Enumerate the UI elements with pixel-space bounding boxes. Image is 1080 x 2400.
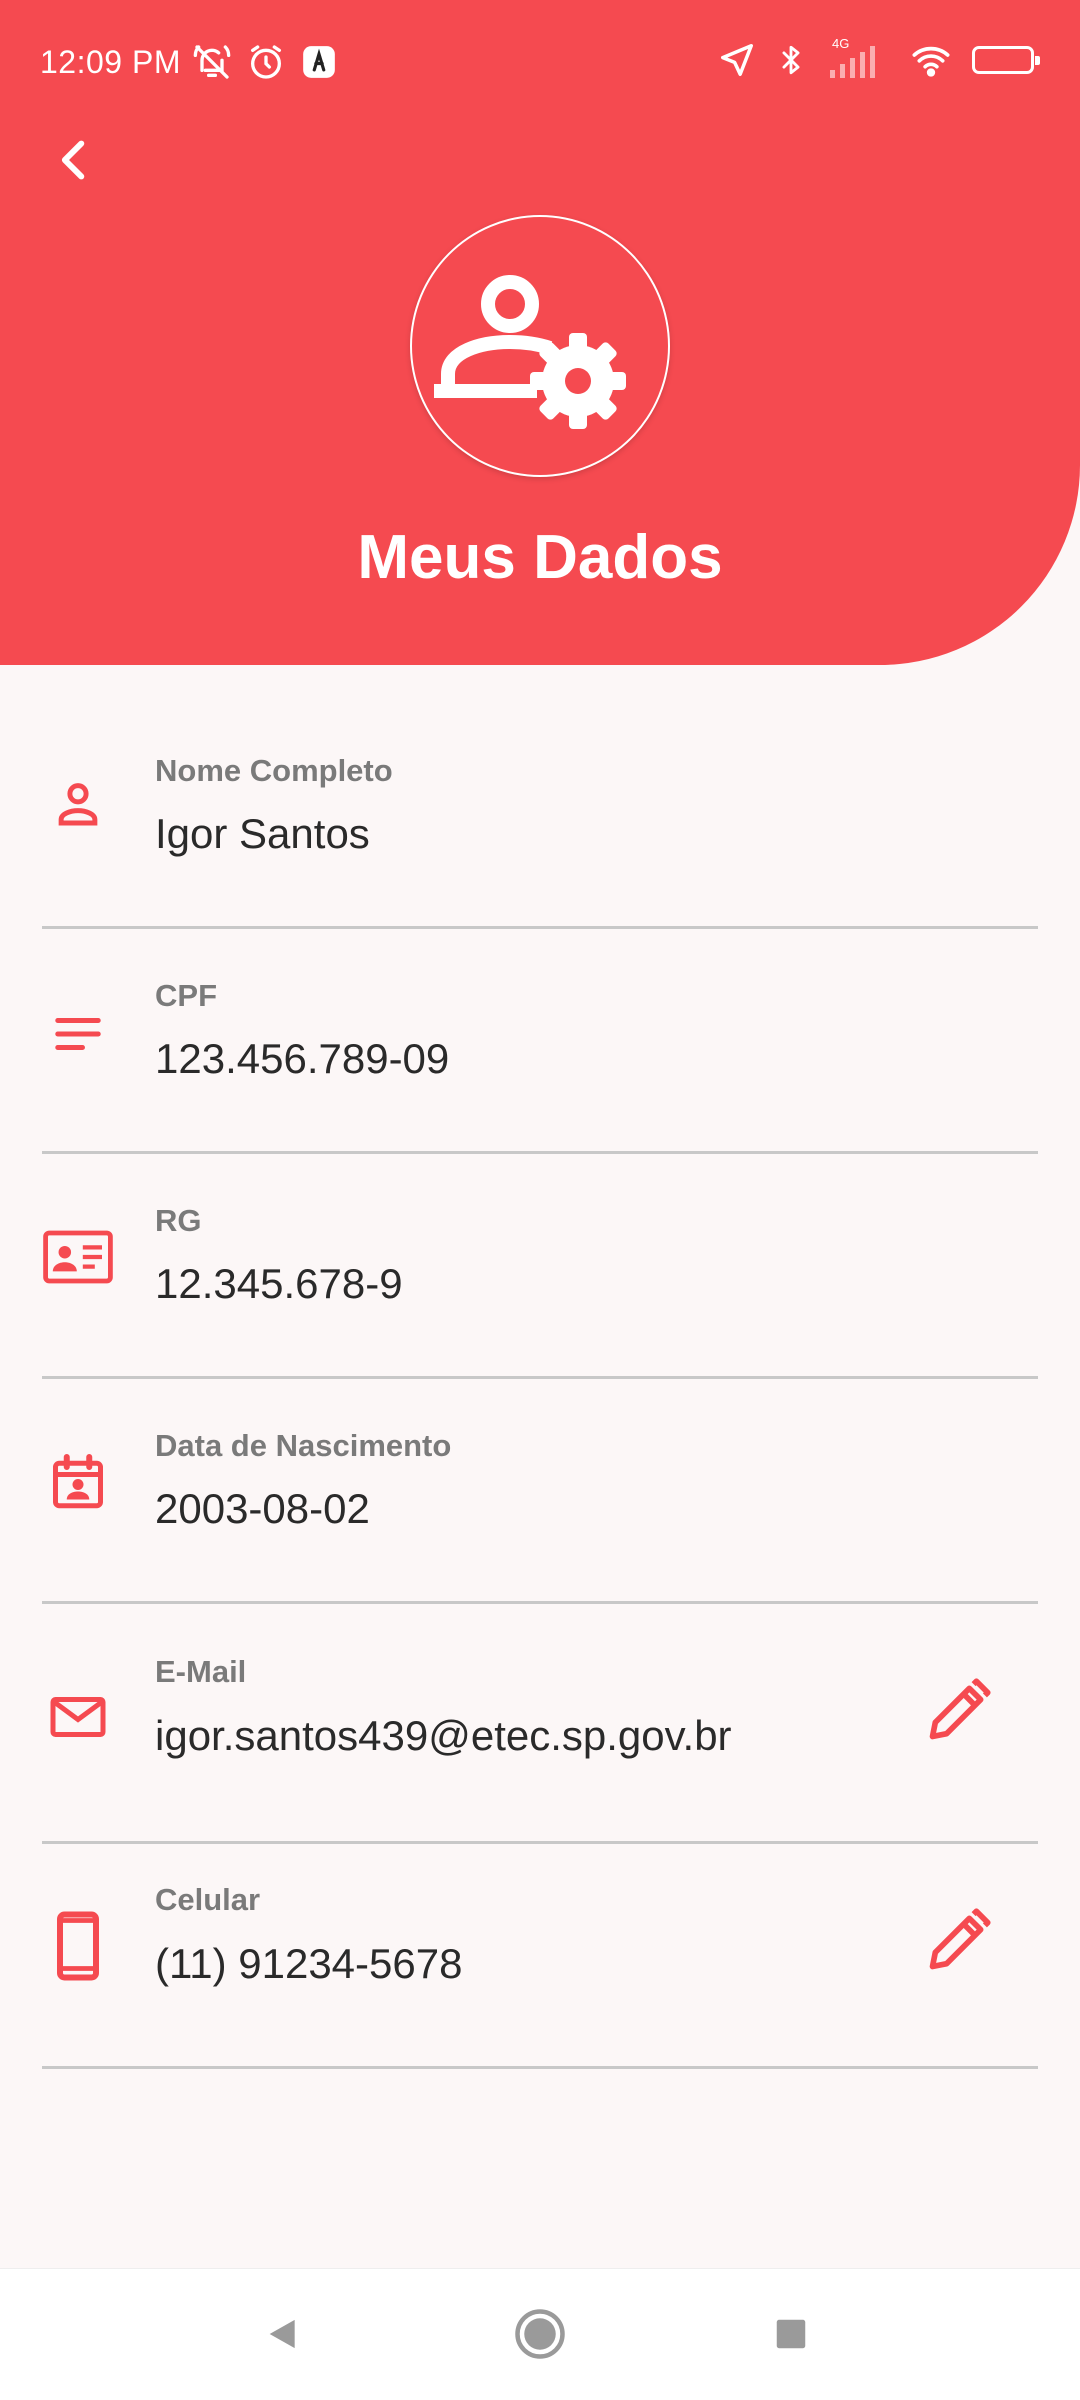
status-right-icons: 4G 84	[718, 36, 1040, 80]
field-value: 123.456.789-09	[155, 1035, 450, 1082]
battery-level: 84	[992, 50, 1014, 70]
edit-email-button[interactable]	[918, 1671, 998, 1751]
avatar	[410, 215, 670, 477]
field-label: Nome Completo	[155, 753, 393, 788]
phone-icon	[42, 1906, 114, 1986]
field-full-name: Nome Completo Igor Santos	[42, 700, 1038, 929]
field-cpf: CPF 123.456.789-09	[42, 929, 1038, 1154]
field-value: Igor Santos	[155, 810, 370, 857]
system-navigation-bar	[0, 2268, 1080, 2400]
field-value: 12.345.678-9	[155, 1260, 403, 1307]
field-value: igor.santos439@etec.sp.gov.br	[155, 1712, 732, 1759]
field-email: E-Mail igor.santos439@etec.sp.gov.br	[42, 1604, 1038, 1844]
chevron-left-icon	[61, 140, 85, 180]
signal-icon: 4G	[826, 36, 890, 80]
nav-home-button[interactable]	[505, 2299, 575, 2369]
back-triangle-icon	[269, 2319, 295, 2349]
bluetooth-icon	[774, 40, 808, 80]
calendar-icon	[42, 1447, 114, 1517]
field-label: Data de Nascimento	[155, 1428, 452, 1463]
profile-screen: 12:09 PM 4G 84 Meus Dados Nome Completo …	[0, 0, 1080, 2400]
page-title: Meus Dados	[357, 523, 723, 592]
field-phone: Celular (11) 91234-5678	[42, 1844, 1038, 2069]
id-card-icon	[42, 1222, 114, 1292]
field-rg: RG 12.345.678-9	[42, 1154, 1038, 1379]
pencil-icon	[929, 1678, 991, 1740]
email-icon	[42, 1682, 114, 1752]
recents-square-icon	[776, 2319, 806, 2349]
field-value: (11) 91234-5678	[155, 1940, 463, 1987]
lines-icon	[42, 1004, 114, 1064]
field-birth-date: Data de Nascimento 2003-08-02	[42, 1379, 1038, 1604]
status-time: 12:09 PM	[40, 44, 181, 80]
battery-icon: 84	[972, 46, 1040, 74]
network-type-label: 4G	[832, 36, 850, 51]
muted-notifications-icon	[192, 42, 232, 82]
field-label: RG	[155, 1203, 202, 1238]
wifi-icon	[908, 40, 954, 80]
app-notification-icon	[300, 43, 338, 81]
back-button[interactable]	[44, 130, 104, 190]
edit-phone-button[interactable]	[918, 1901, 998, 1981]
home-circle-icon	[515, 2309, 565, 2359]
field-label: E-Mail	[155, 1654, 247, 1689]
nav-back-button[interactable]	[248, 2299, 318, 2369]
pencil-icon	[929, 1908, 991, 1970]
nav-recents-button[interactable]	[756, 2299, 826, 2369]
field-label: CPF	[155, 978, 217, 1013]
status-bar: 12:09 PM 4G 84	[0, 0, 1080, 130]
field-label: Celular	[155, 1882, 261, 1917]
profile-fields: Nome Completo Igor Santos CPF 123.456.78…	[0, 700, 1080, 2069]
alarm-icon	[246, 42, 286, 82]
person-icon	[42, 775, 114, 835]
status-left-icons	[192, 42, 338, 82]
field-value: 2003-08-02	[155, 1485, 370, 1532]
person-settings-icon	[434, 275, 626, 429]
location-icon	[718, 41, 756, 79]
